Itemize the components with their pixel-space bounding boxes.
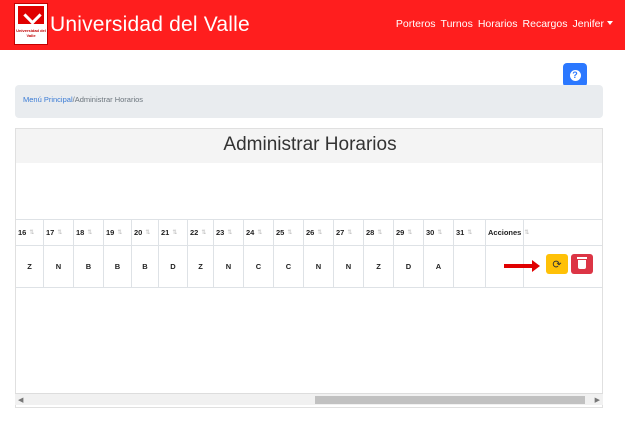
logo-text: Universidad del Valle xyxy=(16,28,46,38)
table-cell: B xyxy=(104,246,132,287)
table-cell: Z xyxy=(16,246,44,287)
sort-icon[interactable]: ⇅ xyxy=(117,229,122,236)
nav-item-horarios[interactable]: Horarios xyxy=(478,18,518,30)
schedule-table: 16 ⇅ 17 ⇅ 18 ⇅ 19 ⇅ 20 ⇅ 21 ⇅ 22 ⇅ 23 ⇅ 24 ⇅ 25 ⇅ 26 ⇅ 27 ⇅ 28 ⇅ 2… xyxy=(16,219,602,289)
table-cell: C xyxy=(274,246,304,287)
top-navbar: Universidad del Valle Universidad del Va… xyxy=(0,0,625,50)
header-label: 30 xyxy=(426,228,435,237)
sort-icon[interactable]: ⇅ xyxy=(57,229,62,236)
user-menu-label: Jenifer xyxy=(572,18,604,30)
header-day[interactable]: 17 ⇅ xyxy=(44,220,74,245)
sort-icon[interactable]: ⇅ xyxy=(172,229,177,236)
header-label: 27 xyxy=(336,228,345,237)
header-label: 17 xyxy=(46,228,55,237)
breadcrumb-home-link[interactable]: Menú Principal xyxy=(23,95,73,104)
table-cell: A xyxy=(424,246,454,287)
header-day[interactable]: 31 ⇅ xyxy=(454,220,486,245)
sort-icon[interactable]: ⇅ xyxy=(317,229,322,236)
logo-mark-icon xyxy=(18,6,44,24)
table-cell xyxy=(454,246,486,287)
user-menu[interactable]: Jenifer xyxy=(572,18,613,30)
university-logo[interactable]: Universidad del Valle xyxy=(14,3,48,45)
trash-icon xyxy=(577,256,587,269)
arrow-right-icon xyxy=(504,260,540,272)
sort-icon[interactable]: ⇅ xyxy=(29,229,34,236)
header-day[interactable]: 29 ⇅ xyxy=(394,220,424,245)
sort-icon[interactable]: ⇅ xyxy=(257,229,262,236)
header-label: 25 xyxy=(276,228,285,237)
header-day[interactable]: 22 ⇅ xyxy=(188,220,214,245)
header-label: 26 xyxy=(306,228,315,237)
header-label: 20 xyxy=(134,228,143,237)
question-icon: ? xyxy=(569,69,581,81)
page-title: Administrar Horarios xyxy=(16,129,602,163)
table-cell: N xyxy=(334,246,364,287)
sort-icon[interactable]: ⇅ xyxy=(87,229,92,236)
header-label: 29 xyxy=(396,228,405,237)
table-cell: B xyxy=(132,246,159,287)
table-cell: D xyxy=(159,246,188,287)
header-day[interactable]: 24 ⇅ xyxy=(244,220,274,245)
table-header-row: 16 ⇅ 17 ⇅ 18 ⇅ 19 ⇅ 20 ⇅ 21 ⇅ 22 ⇅ 23 ⇅ 24 ⇅ 25 ⇅ 26 ⇅ 27 ⇅ 28 ⇅ 2… xyxy=(16,219,602,246)
header-day[interactable]: 23 ⇅ xyxy=(214,220,244,245)
sort-icon[interactable]: ⇅ xyxy=(377,229,382,236)
sort-icon[interactable]: ⇅ xyxy=(524,229,529,236)
header-day[interactable]: 19 ⇅ xyxy=(104,220,132,245)
scroll-right-icon[interactable]: ▶ xyxy=(595,396,600,404)
nav-item-porteros[interactable]: Porteros xyxy=(396,18,436,30)
sort-icon[interactable]: ⇅ xyxy=(201,229,206,236)
nav-item-recargos[interactable]: Recargos xyxy=(523,18,568,30)
sort-icon[interactable]: ⇅ xyxy=(227,229,232,236)
header-day[interactable]: 20 ⇅ xyxy=(132,220,159,245)
nav-links: Porteros Turnos Horarios Recargos Jenife… xyxy=(396,18,613,30)
table-row: Z N B B B D Z N C C N N Z D A ⟳ xyxy=(16,246,602,288)
sort-icon[interactable]: ⇅ xyxy=(467,229,472,236)
sort-icon[interactable]: ⇅ xyxy=(145,229,150,236)
header-acciones[interactable]: Acciones ⇅ xyxy=(486,220,529,245)
header-label: 19 xyxy=(106,228,115,237)
table-cell: Z xyxy=(188,246,214,287)
header-day[interactable]: 27 ⇅ xyxy=(334,220,364,245)
sort-icon[interactable]: ⇅ xyxy=(437,229,442,236)
scroll-thumb[interactable] xyxy=(315,396,585,404)
schedule-card: Administrar Horarios 16 ⇅ 17 ⇅ 18 ⇅ 19 ⇅ 20 ⇅ 21 ⇅ 2… xyxy=(15,128,603,408)
nav-item-turnos[interactable]: Turnos xyxy=(441,18,473,30)
header-label: 31 xyxy=(456,228,465,237)
header-label: 21 xyxy=(161,228,170,237)
table-cell: B xyxy=(74,246,104,287)
header-label: Acciones xyxy=(488,228,522,237)
help-button[interactable]: ? xyxy=(563,63,587,87)
caret-down-icon xyxy=(607,21,613,25)
sort-icon[interactable]: ⇅ xyxy=(407,229,412,236)
header-day[interactable]: 25 ⇅ xyxy=(274,220,304,245)
header-day[interactable]: 16 ⇅ xyxy=(16,220,44,245)
header-day[interactable]: 21 ⇅ xyxy=(159,220,188,245)
breadcrumb: Menú Principal/Administrar Horarios xyxy=(15,85,603,118)
table-cell: Z xyxy=(364,246,394,287)
header-day[interactable]: 30 ⇅ xyxy=(424,220,454,245)
table-cell: D xyxy=(394,246,424,287)
delete-button[interactable] xyxy=(571,254,593,274)
header-label: 24 xyxy=(246,228,255,237)
header-label: 16 xyxy=(18,228,27,237)
sort-icon[interactable]: ⇅ xyxy=(287,229,292,236)
sort-icon[interactable]: ⇅ xyxy=(347,229,352,236)
header-label: 28 xyxy=(366,228,375,237)
table-cell: N xyxy=(214,246,244,287)
table-cell: N xyxy=(44,246,74,287)
breadcrumb-current: Administrar Horarios xyxy=(74,95,144,104)
header-day[interactable]: 18 ⇅ xyxy=(74,220,104,245)
header-day[interactable]: 28 ⇅ xyxy=(364,220,394,245)
horizontal-scrollbar[interactable]: ◀ ▶ xyxy=(15,393,603,405)
brand-title[interactable]: Universidad del Valle xyxy=(50,13,250,37)
table-cell: C xyxy=(244,246,274,287)
table-cell: N xyxy=(304,246,334,287)
edit-button[interactable]: ⟳ xyxy=(546,254,568,274)
header-label: 22 xyxy=(190,228,199,237)
header-label: 18 xyxy=(76,228,85,237)
header-label: 23 xyxy=(216,228,225,237)
header-day[interactable]: 26 ⇅ xyxy=(304,220,334,245)
scroll-left-icon[interactable]: ◀ xyxy=(18,396,23,404)
